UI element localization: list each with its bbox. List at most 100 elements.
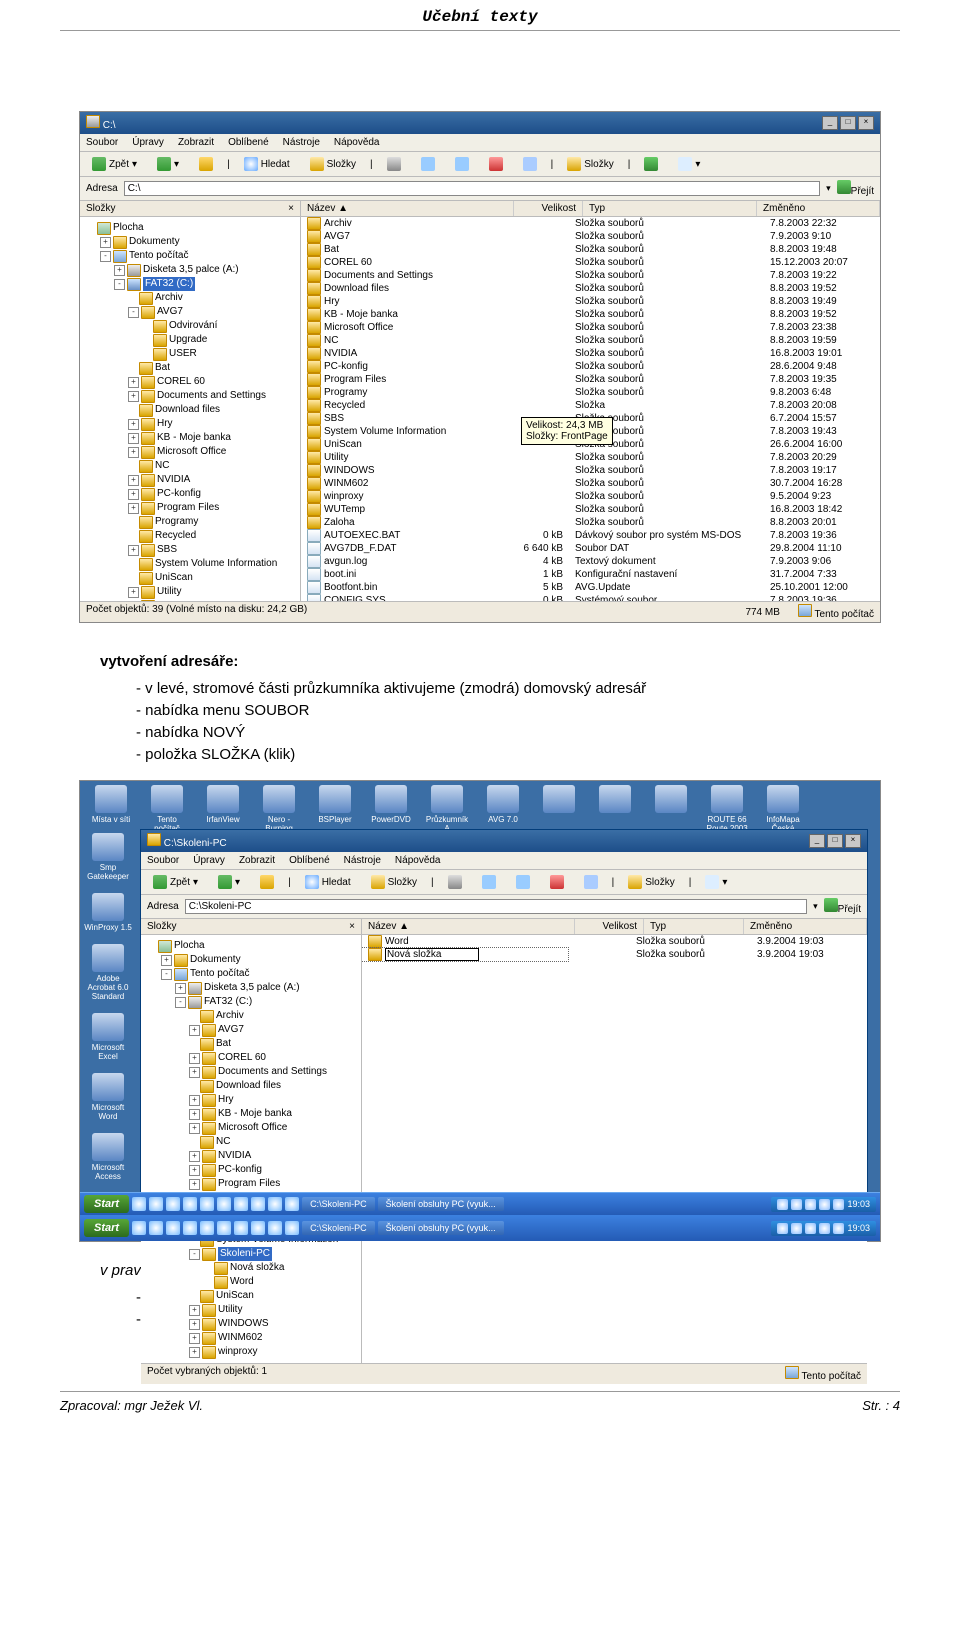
file-row[interactable]: UtilitySložka souborů7.8.2003 20:29 bbox=[301, 451, 880, 464]
expand-toggle[interactable]: + bbox=[161, 955, 172, 966]
quicklaunch-icon[interactable] bbox=[251, 1221, 265, 1235]
views-button[interactable]: ▾ bbox=[699, 873, 733, 891]
column-headers[interactable]: Název ▲ Velikost Typ Změněno bbox=[301, 201, 880, 217]
tree-item[interactable]: +Microsoft Office bbox=[82, 445, 298, 459]
file-row[interactable]: ZalohaSložka souborů8.8.2003 20:01 bbox=[301, 516, 880, 529]
window-titlebar[interactable]: C:\Skoleni-PC _ □ × bbox=[141, 830, 867, 852]
tree-item[interactable]: +Utility bbox=[143, 1303, 359, 1317]
file-row[interactable]: BatSložka souborů8.8.2003 19:48 bbox=[301, 243, 880, 256]
tree-item[interactable]: Odvirování bbox=[82, 319, 298, 333]
tree-item[interactable]: +COREL 60 bbox=[82, 375, 298, 389]
expand-toggle[interactable]: - bbox=[100, 251, 111, 262]
tree-item[interactable]: -AVG7 bbox=[82, 305, 298, 319]
start-button[interactable]: Start bbox=[84, 1195, 129, 1213]
expand-toggle[interactable]: + bbox=[114, 265, 125, 276]
expand-toggle[interactable]: + bbox=[189, 1025, 200, 1036]
start-button[interactable]: Start bbox=[84, 1219, 129, 1237]
tree-item[interactable]: +Hry bbox=[82, 417, 298, 431]
expand-toggle[interactable]: + bbox=[189, 1151, 200, 1162]
undo-button[interactable] bbox=[517, 155, 543, 173]
folder-tree[interactable]: Plocha+Dokumenty-Tento počítač+Disketa 3… bbox=[80, 217, 300, 601]
maximize-button[interactable]: □ bbox=[827, 834, 843, 848]
quicklaunch-icon[interactable] bbox=[285, 1197, 299, 1211]
tree-item[interactable]: Archiv bbox=[82, 291, 298, 305]
toolbar[interactable]: Zpět ▾ ▾ | Hledat Složky | | Složky | ▾ bbox=[141, 870, 867, 895]
tree-item[interactable]: +WINDOWS bbox=[82, 599, 298, 601]
tray-icon[interactable] bbox=[791, 1223, 802, 1234]
rename-input[interactable] bbox=[385, 948, 479, 961]
menu-item[interactable]: Zobrazit bbox=[239, 855, 275, 866]
system-tray[interactable]: 19:03 bbox=[771, 1221, 876, 1236]
tree-item[interactable]: +Hry bbox=[143, 1093, 359, 1107]
taskbar-upper[interactable]: Start C:\Skoleni-PC Školení obsluhy PC (… bbox=[80, 1192, 880, 1215]
file-row[interactable]: PC-konfigSložka souborů28.6.2004 9:48 bbox=[301, 360, 880, 373]
close-button[interactable]: × bbox=[845, 834, 861, 848]
search-button[interactable]: Hledat bbox=[238, 155, 296, 173]
quicklaunch-icon[interactable] bbox=[132, 1197, 146, 1211]
expand-toggle[interactable]: + bbox=[128, 601, 139, 602]
tree-item[interactable]: -Tento počítač bbox=[82, 249, 298, 263]
tray-icon[interactable] bbox=[819, 1199, 830, 1210]
tree-item[interactable]: +Disketa 3,5 palce (A:) bbox=[82, 263, 298, 277]
tree-item[interactable]: +Dokumenty bbox=[143, 953, 359, 967]
paste-button[interactable] bbox=[449, 155, 475, 173]
system-tray[interactable]: 19:03 bbox=[771, 1197, 876, 1212]
file-row[interactable]: HrySložka souborů8.8.2003 19:49 bbox=[301, 295, 880, 308]
quicklaunch-icon[interactable] bbox=[183, 1221, 197, 1235]
expand-toggle[interactable]: + bbox=[189, 1179, 200, 1190]
tree-item[interactable]: Nová složka bbox=[143, 1261, 359, 1275]
tree-item[interactable]: +AVG7 bbox=[143, 1023, 359, 1037]
tree-item[interactable]: -Tento počítač bbox=[143, 967, 359, 981]
close-pane-button[interactable]: × bbox=[349, 921, 355, 932]
tree-item[interactable]: +Disketa 3,5 palce (A:) bbox=[143, 981, 359, 995]
expand-toggle[interactable]: + bbox=[189, 1333, 200, 1344]
file-row[interactable]: avgun.log4 kBTextový dokument7.9.2003 9:… bbox=[301, 555, 880, 568]
taskbar-button[interactable]: Školení obsluhy PC (vyuk... bbox=[378, 1221, 504, 1235]
column-headers[interactable]: Název ▲ Velikost Typ Změněno bbox=[362, 919, 867, 935]
file-row[interactable]: boot.ini1 kBKonfigurační nastavení31.7.2… bbox=[301, 568, 880, 581]
col-modified[interactable]: Změněno bbox=[744, 919, 867, 934]
file-row[interactable]: WUTempSložka souborů16.8.2003 18:42 bbox=[301, 503, 880, 516]
expand-toggle[interactable]: - bbox=[175, 997, 186, 1008]
paste-button[interactable] bbox=[510, 873, 536, 891]
expand-toggle[interactable]: + bbox=[189, 1319, 200, 1330]
quicklaunch-icon[interactable] bbox=[234, 1197, 248, 1211]
desktop-icon[interactable]: Microsoft Word bbox=[84, 1073, 132, 1121]
folders-toggle-button[interactable]: Složky bbox=[561, 155, 619, 173]
quicklaunch-icon[interactable] bbox=[166, 1197, 180, 1211]
undo-button[interactable] bbox=[578, 873, 604, 891]
folders-button[interactable]: Složky bbox=[365, 873, 423, 891]
tree-item[interactable]: +NVIDIA bbox=[82, 473, 298, 487]
cut-button[interactable] bbox=[381, 155, 407, 173]
menu-item[interactable]: Soubor bbox=[147, 855, 179, 866]
quicklaunch-icon[interactable] bbox=[217, 1221, 231, 1235]
tree-item[interactable]: +PC-konfig bbox=[82, 487, 298, 501]
tree-item[interactable]: Word bbox=[143, 1275, 359, 1289]
tree-item[interactable]: Plocha bbox=[143, 939, 359, 953]
tree-item[interactable]: +NVIDIA bbox=[143, 1149, 359, 1163]
address-input[interactable] bbox=[185, 899, 807, 914]
taskbar-button[interactable]: C:\Skoleni-PC bbox=[302, 1197, 375, 1211]
delete-button[interactable] bbox=[544, 873, 570, 891]
tree-item[interactable]: +Documents and Settings bbox=[143, 1065, 359, 1079]
desktop-icon[interactable]: Adobe Acrobat 6.0 Standard bbox=[84, 944, 132, 1001]
tree-item[interactable]: -FAT32 (C:) bbox=[143, 995, 359, 1009]
file-list[interactable]: WordSložka souborů3.9.2004 19:03Složka s… bbox=[362, 935, 867, 1363]
expand-toggle[interactable]: + bbox=[128, 447, 139, 458]
col-modified[interactable]: Změněno bbox=[757, 201, 880, 216]
tree-item[interactable]: USER bbox=[82, 347, 298, 361]
file-list[interactable]: ArchivSložka souborů7.8.2003 22:32AVG7Sl… bbox=[301, 217, 880, 601]
quicklaunch-icon[interactable] bbox=[183, 1197, 197, 1211]
tree-item[interactable]: +Dokumenty bbox=[82, 235, 298, 249]
tree-item[interactable]: +Program Files bbox=[82, 501, 298, 515]
expand-toggle[interactable]: + bbox=[128, 433, 139, 444]
tree-item[interactable]: Archiv bbox=[143, 1009, 359, 1023]
tree-item[interactable]: Programy bbox=[82, 515, 298, 529]
menu-item[interactable]: Zobrazit bbox=[178, 137, 214, 148]
expand-toggle[interactable]: + bbox=[189, 1053, 200, 1064]
desktop-icon[interactable]: WinProxy 1.5 bbox=[84, 893, 132, 932]
tree-item[interactable]: Upgrade bbox=[82, 333, 298, 347]
expand-toggle[interactable]: - bbox=[114, 279, 125, 290]
tree-item[interactable]: +WINDOWS bbox=[143, 1317, 359, 1331]
file-row[interactable]: AUTOEXEC.BAT0 kBDávkový soubor pro systé… bbox=[301, 529, 880, 542]
